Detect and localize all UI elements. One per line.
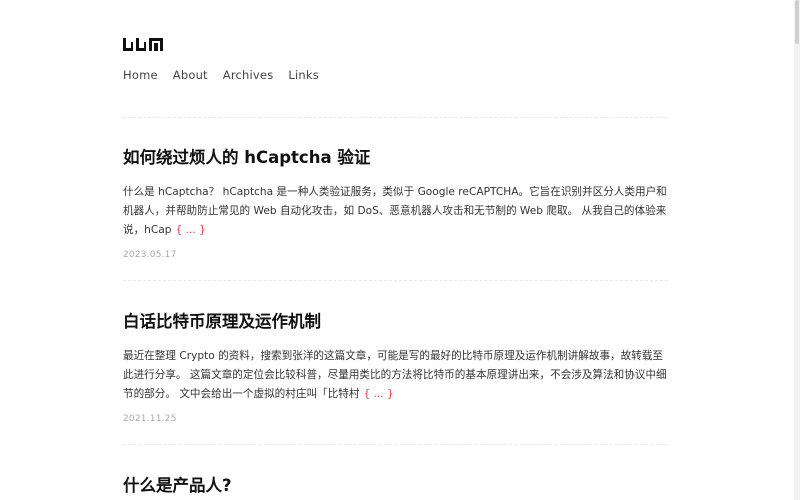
post-title[interactable]: 如何绕过烦人的 hCaptcha 验证	[123, 147, 668, 169]
divider	[123, 117, 668, 118]
post-excerpt: 最近在整理 Crypto 的资料，搜索到张洋的这篇文章，可能是写的最好的比特币原…	[123, 347, 668, 404]
post-title[interactable]: 什么是产品人?	[123, 475, 668, 497]
nav-link-about[interactable]: About	[173, 67, 208, 83]
page-scrollbar[interactable]	[794, 0, 800, 500]
nav-link-links[interactable]: Links	[288, 67, 319, 83]
post-excerpt-text: 最近在整理 Crypto 的资料，搜索到张洋的这篇文章，可能是写的最好的比特币原…	[123, 350, 667, 400]
read-more-link[interactable]: { ... }	[363, 388, 393, 400]
divider	[123, 444, 668, 445]
site-logo[interactable]	[123, 38, 163, 51]
divider	[123, 280, 668, 281]
nav-link-home[interactable]: Home	[123, 67, 158, 83]
post-item: 如何绕过烦人的 hCaptcha 验证 什么是 hCaptcha？ hCaptc…	[123, 147, 668, 261]
scrollbar-thumb[interactable]	[795, 0, 799, 44]
post-item: 什么是产品人?	[123, 475, 668, 497]
main-nav: Home About Archives Links	[123, 67, 334, 83]
page: Home About Archives Links 如何绕过烦人的 hCaptc…	[0, 0, 800, 500]
post-title[interactable]: 白话比特币原理及运作机制	[123, 311, 668, 333]
post-item: 白话比特币原理及运作机制 最近在整理 Crypto 的资料，搜索到张洋的这篇文章…	[123, 311, 668, 425]
post-excerpt: 什么是 hCaptcha？ hCaptcha 是一种人类验证服务，类似于 Goo…	[123, 183, 668, 240]
nav-link-archives[interactable]: Archives	[223, 67, 274, 83]
post-date: 2021.11.25	[123, 414, 177, 424]
post-date: 2023.05.17	[123, 250, 177, 260]
read-more-link[interactable]: { ... }	[176, 224, 206, 236]
